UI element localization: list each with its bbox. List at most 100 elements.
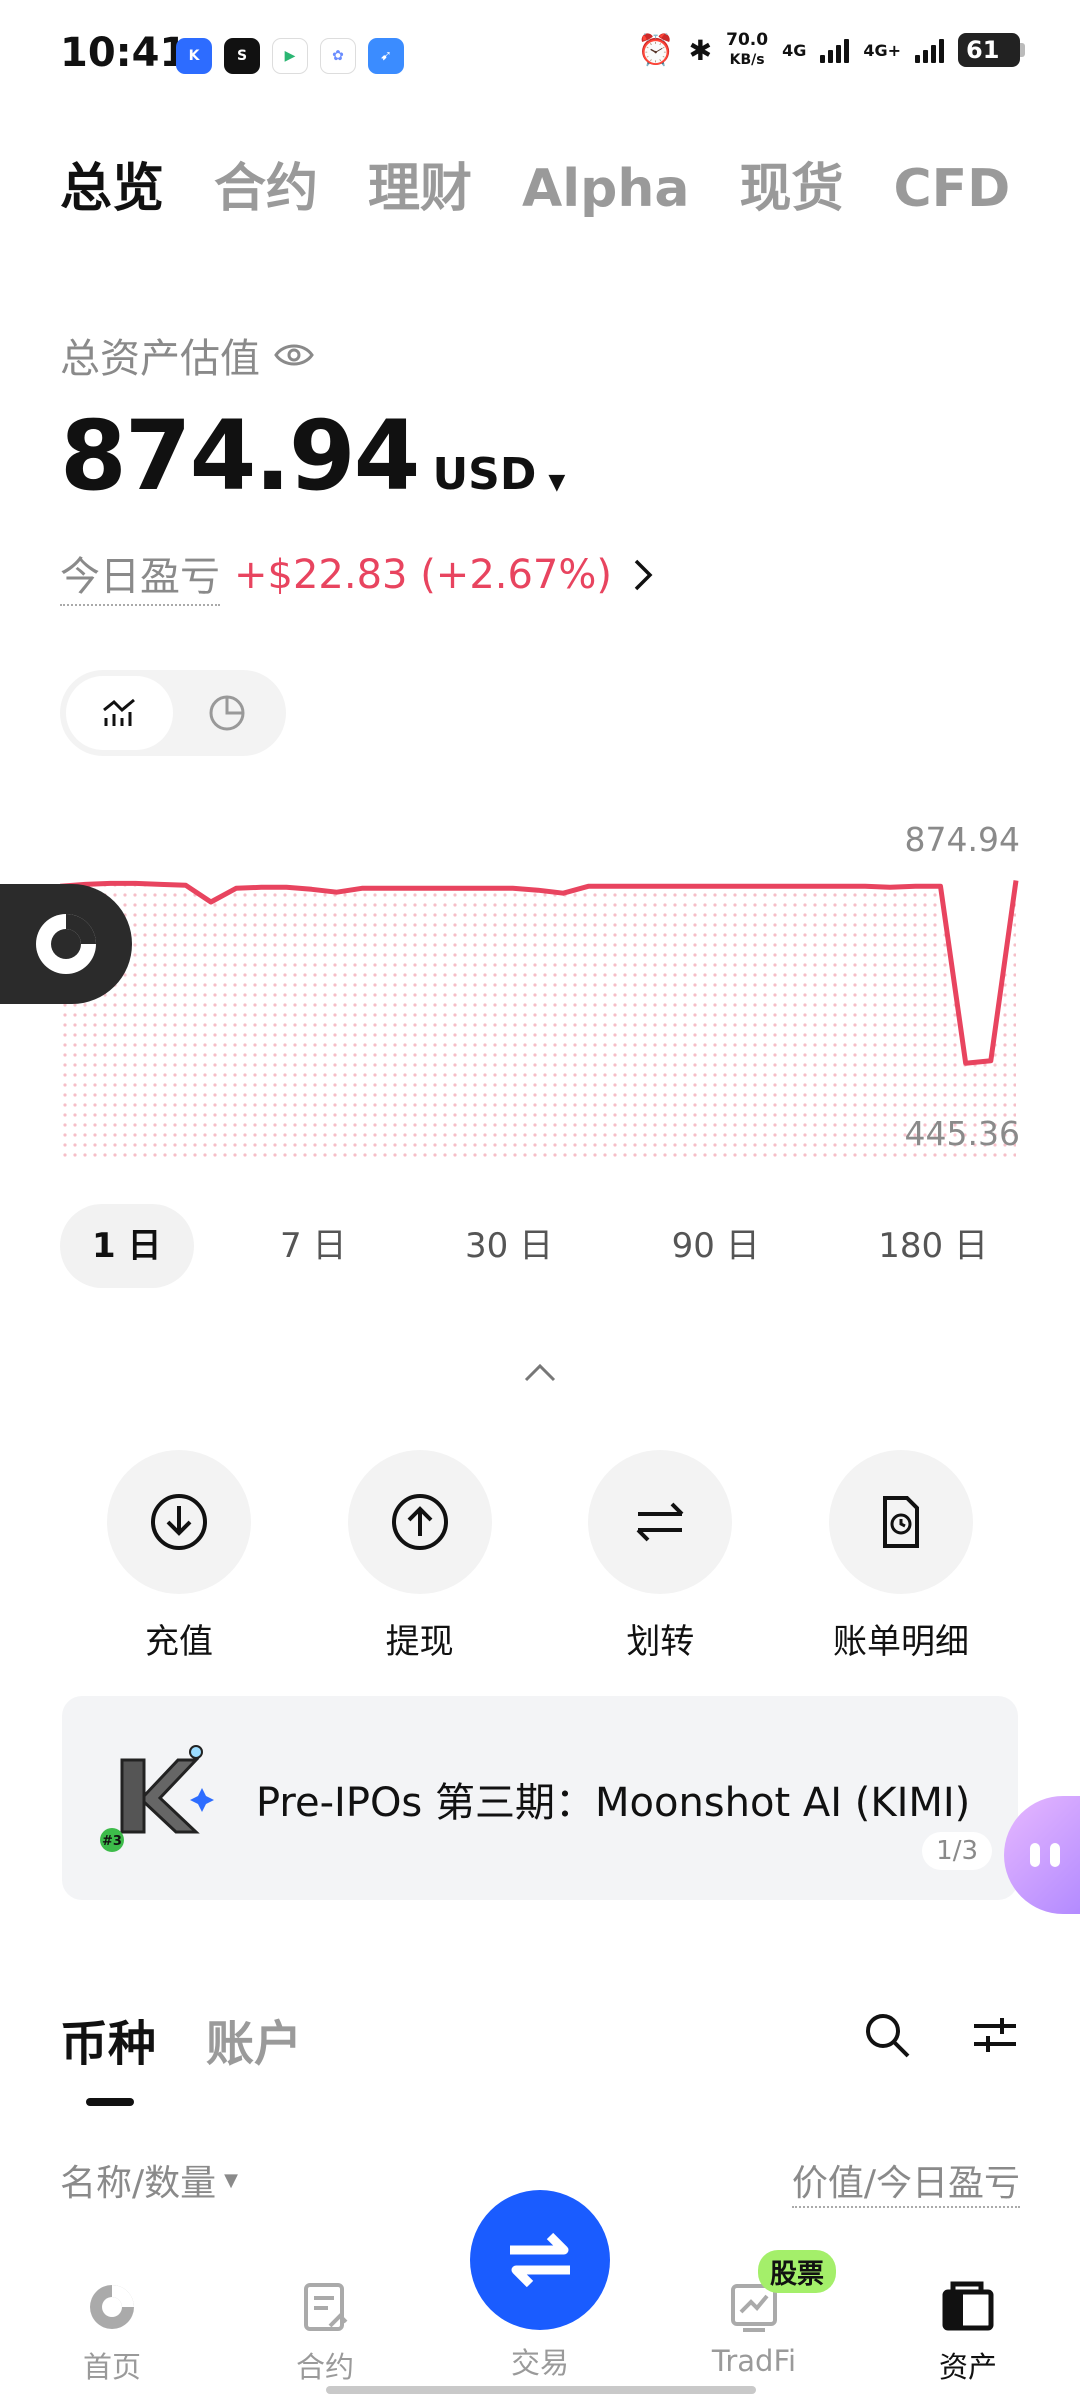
pnl-label: 今日盈亏 [60, 544, 220, 606]
range-90d[interactable]: 90 日 [640, 1204, 792, 1288]
range-7d[interactable]: 7 日 [248, 1204, 378, 1288]
network-type-2: 4G+ [863, 40, 901, 60]
balance-row: 874.94 USD ▼ [60, 400, 565, 512]
range-1d[interactable]: 1 日 [60, 1204, 194, 1288]
transfer-label: 划转 [626, 1622, 695, 1662]
tab-coins[interactable]: 币种 [60, 2004, 156, 2106]
promo-banner[interactable]: #3 Pre-IPOs 第三期：Moonshot AI (KIMI) 1/3 [62, 1696, 1018, 1900]
pnl-row[interactable]: 今日盈亏 +$22.83 (+2.67%) [60, 544, 654, 606]
balance-value: 874.94 [60, 400, 420, 512]
withdraw-button[interactable]: 提现 [301, 1450, 539, 1663]
range-30d[interactable]: 30 日 [433, 1204, 585, 1288]
withdraw-label: 提现 [385, 1622, 454, 1662]
deposit-icon [151, 1494, 207, 1550]
range-180d[interactable]: 180 日 [846, 1204, 1020, 1288]
status-time: 10:41 [60, 30, 188, 76]
section-tools [862, 2010, 1020, 2060]
bill-icon [882, 1496, 919, 1548]
status-indicators: ⏰ ✱ 70.0 KB/s 4G 4G+ 61 [637, 30, 1025, 70]
transfer-button[interactable]: 划转 [541, 1450, 779, 1663]
stocks-badge: 股票 [758, 2250, 836, 2293]
pie-chart-icon [209, 695, 244, 731]
wallet-icon [942, 2281, 994, 2331]
swap-icon [510, 2232, 570, 2288]
nav-home[interactable]: 首页 [42, 2280, 182, 2386]
eye-icon[interactable] [274, 341, 314, 369]
cloud-app-icon: ✿ [320, 38, 356, 74]
balance-label-row: 总资产估值 [60, 326, 314, 384]
bottom-nav: 首页 合约 交易 TradFi 股票 资产 [0, 2190, 1080, 2400]
network-type-1: 4G [782, 40, 807, 60]
balance-label: 总资产估值 [60, 336, 260, 382]
chart-area [60, 880, 1016, 1160]
banner-text: Pre-IPOs 第三期：Moonshot AI (KIMI) [256, 1780, 971, 1826]
bill-label: 账单明细 [832, 1622, 969, 1662]
network-speed: 70.0 KB/s [726, 30, 769, 68]
k-app-icon: K [176, 38, 212, 74]
chart-min-label: 445.36 [904, 1114, 1020, 1153]
signal-icon [820, 37, 850, 63]
play-app-icon: ▶ [272, 38, 308, 74]
tab-earn[interactable]: 理财 [368, 146, 472, 221]
sort-by-name[interactable]: 名称/数量 ▼ [60, 2154, 238, 2206]
nav-tradfi[interactable]: TradFi [684, 2280, 824, 2378]
line-chart-button[interactable] [66, 676, 173, 750]
sort-by-value[interactable]: 价值/今日盈亏 [791, 2154, 1020, 2208]
filter-icon[interactable] [970, 2010, 1020, 2060]
tab-alpha[interactable]: Alpha [522, 159, 689, 219]
nav-trade-button[interactable] [470, 2190, 610, 2330]
search-icon[interactable] [862, 2010, 912, 2060]
chevron-up-icon[interactable] [520, 1360, 560, 1384]
tab-spot[interactable]: 现货 [739, 146, 843, 221]
time-range-tabs: 1 日 7 日 30 日 90 日 180 日 [60, 1204, 1020, 1288]
currency-selector[interactable]: USD [432, 449, 536, 500]
floating-widget-button[interactable] [0, 884, 132, 1004]
bot-eye-icon [1030, 1843, 1040, 1867]
pie-widget-icon [36, 914, 96, 974]
nav-home-label: 首页 [82, 2350, 141, 2384]
nav-tradfi-label: TradFi [711, 2344, 797, 2378]
nav-trade-label: 交易 [510, 2346, 569, 2380]
withdraw-icon [391, 1494, 448, 1550]
asset-chart [60, 880, 1019, 1160]
nav-assets-label: 资产 [938, 2350, 997, 2384]
section-tabs: 币种 账户 [60, 2004, 302, 2106]
bot-eye-icon [1050, 1843, 1060, 1867]
chevron-right-icon[interactable] [632, 557, 654, 593]
soul-app-icon: S [224, 38, 260, 74]
nav-assets[interactable]: 资产 [898, 2280, 1038, 2386]
action-buttons: 充值 提现 划转 账单明细 [60, 1450, 1020, 1663]
top-tabs: 总览 合约 理财 Alpha 现货 CFD [60, 146, 1010, 221]
banner-pagination: 1/3 [922, 1832, 992, 1870]
line-chart-icon [102, 698, 135, 726]
svg-text:#3: #3 [102, 1834, 122, 1849]
deposit-button[interactable]: 充值 [60, 1450, 298, 1663]
signal-icon-2 [915, 37, 944, 63]
status-bar: 10:41 K S ▶ ✿ ➹ ⏰ ✱ 70.0 KB/s 4G 4G+ 61 [0, 0, 1080, 110]
nav-futures-label: 合约 [295, 2350, 354, 2384]
sort-by-name-label: 名称/数量 [60, 2163, 217, 2204]
caret-down-icon: ▼ [224, 2169, 238, 2191]
chart-max-label: 874.94 [904, 820, 1020, 859]
alarm-icon: ⏰ [637, 32, 675, 68]
tab-overview[interactable]: 总览 [60, 146, 164, 221]
nav-futures[interactable]: 合约 [255, 2280, 395, 2386]
kimi-k-logo-icon: #3 [100, 1745, 214, 1852]
status-app-icons: K S ▶ ✿ ➹ [176, 38, 404, 74]
home-indicator [326, 2386, 756, 2394]
browser-app-icon: ➹ [368, 38, 404, 74]
battery-icon: 61 [958, 33, 1025, 67]
tab-futures[interactable]: 合约 [214, 146, 318, 221]
chart-type-toggle [60, 670, 286, 756]
deposit-label: 充值 [145, 1622, 213, 1662]
tab-accounts[interactable]: 账户 [206, 2004, 302, 2074]
transfer-icon [636, 1502, 684, 1542]
caret-down-icon[interactable]: ▼ [548, 470, 565, 495]
futures-icon [304, 2283, 348, 2331]
pnl-value: +$22.83 (+2.67%) [234, 552, 612, 598]
bluetooth-icon: ✱ [688, 33, 713, 67]
pie-chart-button[interactable] [173, 676, 280, 750]
bill-button[interactable]: 账单明细 [782, 1450, 1020, 1663]
home-logo-icon [90, 2285, 134, 2329]
tab-cfd[interactable]: CFD [893, 159, 1010, 219]
